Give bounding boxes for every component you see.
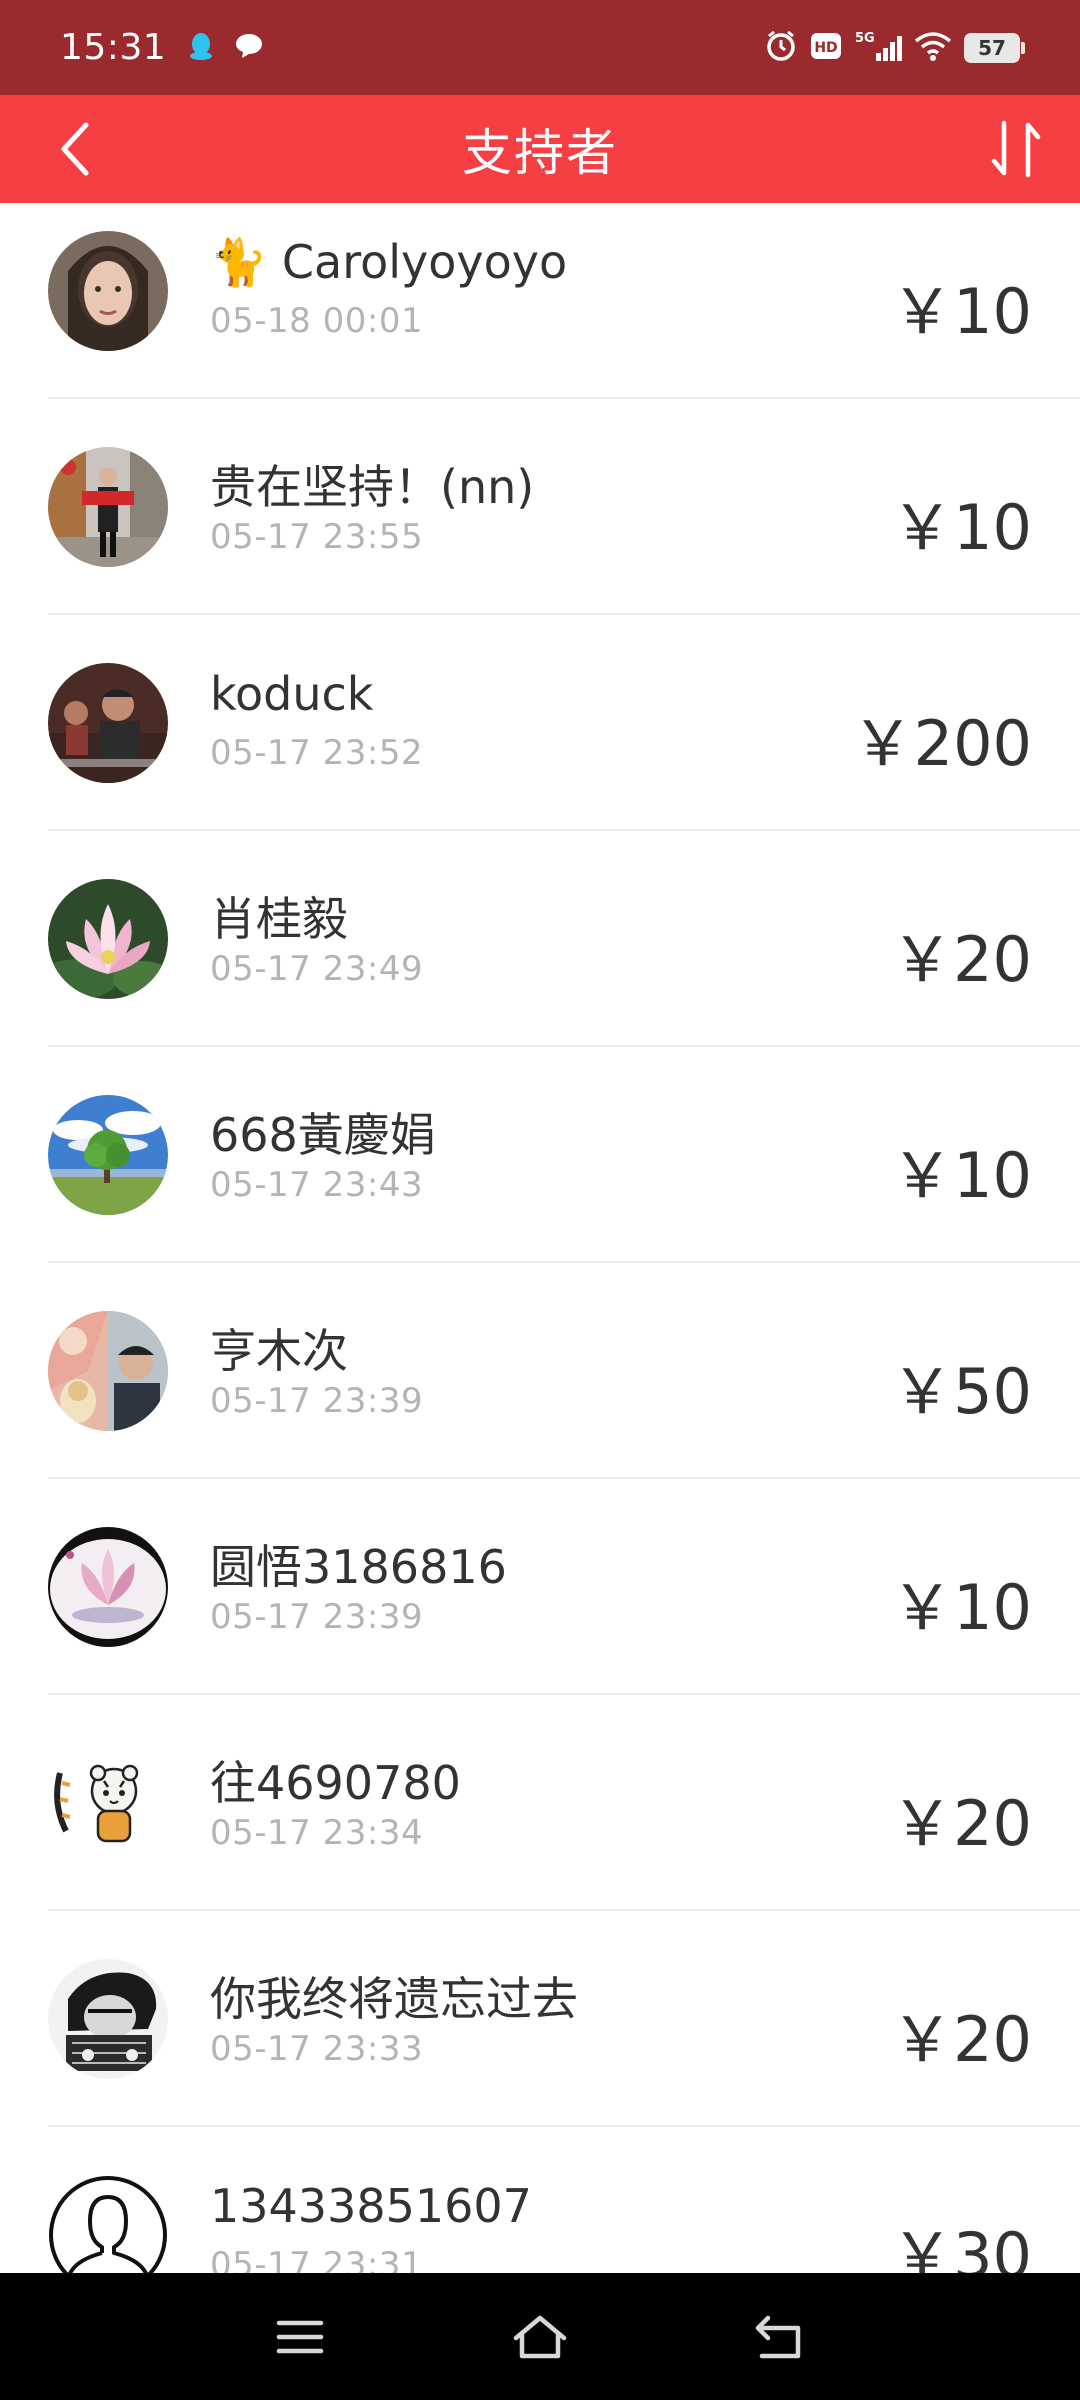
5g-signal-icon: 5G xyxy=(854,29,902,67)
hd-icon: HD xyxy=(810,31,842,65)
support-time: 05-17 23:33 xyxy=(210,2029,424,2069)
page-title: 支持者 xyxy=(462,124,618,182)
avatar xyxy=(48,1095,168,1215)
list-item[interactable]: 肖桂毅 05-17 23:49 ￥20 xyxy=(0,831,1080,1047)
status-bar: 15:31 HD 5G 57 xyxy=(0,0,1080,95)
list-item[interactable]: 贵在坚持！(nn) 05-17 23:55 ￥10 xyxy=(0,399,1080,615)
message-bubble-icon xyxy=(234,32,264,64)
support-time: 05-18 00:01 xyxy=(210,301,424,341)
supporter-name: 668黃慶娟 xyxy=(210,1108,436,1162)
app-header: 支持者 xyxy=(0,95,1080,203)
status-time: 15:31 xyxy=(60,27,167,68)
wifi-icon xyxy=(914,31,952,65)
avatar xyxy=(48,1743,168,1863)
status-system-icons: HD 5G 57 xyxy=(764,29,1025,67)
supporter-name: 13433851607 xyxy=(210,2179,532,2233)
system-nav-bar xyxy=(0,2273,1080,2400)
supporter-name: 🐈 Carolyoyoyo xyxy=(210,235,568,289)
support-amount: ￥20 xyxy=(891,2003,1032,2076)
avatar xyxy=(48,663,168,783)
alarm-icon xyxy=(764,29,798,67)
supporter-name: koduck xyxy=(210,667,374,721)
back-chevron-icon xyxy=(61,122,89,176)
svg-text:5G: 5G xyxy=(855,31,875,46)
support-amount: ￥20 xyxy=(891,923,1032,996)
avatar xyxy=(48,879,168,999)
support-amount: ￥10 xyxy=(891,275,1032,348)
list-item[interactable]: 你我终将遗忘过去 05-17 23:33 ￥20 xyxy=(0,1911,1080,2127)
avatar xyxy=(48,231,168,351)
support-amount: ￥10 xyxy=(891,491,1032,564)
sort-icon xyxy=(991,120,1041,178)
support-amount: ￥50 xyxy=(891,1355,1032,1428)
svg-text:HD: HD xyxy=(814,40,837,56)
back-nav-button[interactable] xyxy=(740,2297,820,2377)
support-time: 05-17 23:31 xyxy=(210,2245,424,2273)
support-amount: ￥10 xyxy=(891,1139,1032,1212)
menu-button[interactable] xyxy=(260,2297,340,2377)
support-amount: ￥10 xyxy=(891,1571,1032,1644)
back-icon xyxy=(755,2315,801,2358)
support-time: 05-17 23:55 xyxy=(210,517,424,557)
list-item[interactable]: 🐈 Carolyoyoyo 05-18 00:01 ￥10 xyxy=(0,203,1080,399)
home-button[interactable] xyxy=(500,2297,580,2377)
status-notification-icons xyxy=(188,31,264,65)
sort-button[interactable] xyxy=(980,113,1052,185)
list-item[interactable]: koduck 05-17 23:52 ￥200 xyxy=(0,615,1080,831)
supporter-name: 贵在坚持！(nn) xyxy=(210,460,535,514)
avatar xyxy=(48,1959,168,2079)
support-amount: ￥200 xyxy=(851,707,1032,780)
avatar xyxy=(48,2175,168,2273)
supporter-name: 圆悟3186816 xyxy=(210,1540,507,1594)
list-item[interactable]: 668黃慶娟 05-17 23:43 ￥10 xyxy=(0,1047,1080,1263)
support-time: 05-17 23:52 xyxy=(210,733,424,773)
menu-icon xyxy=(276,2320,324,2353)
list-item[interactable]: 亨木次 05-17 23:39 ￥50 xyxy=(0,1263,1080,1479)
home-icon xyxy=(513,2315,567,2358)
support-time: 05-17 23:43 xyxy=(210,1165,424,1205)
list-item[interactable]: 13433851607 05-17 23:31 ￥30 xyxy=(0,2127,1080,2273)
back-button[interactable] xyxy=(40,113,112,185)
list-item[interactable]: 圆悟3186816 05-17 23:39 ￥10 xyxy=(0,1479,1080,1695)
support-time: 05-17 23:39 xyxy=(210,1381,424,1421)
avatar xyxy=(48,447,168,567)
list-item[interactable]: 往4690780 05-17 23:34 ￥20 xyxy=(0,1695,1080,1911)
supporter-list[interactable]: 🐈 Carolyoyoyo 05-18 00:01 ￥10 贵在坚持！(nn) … xyxy=(0,203,1080,2273)
avatar xyxy=(48,1527,168,1647)
battery-icon: 57 xyxy=(964,32,1025,63)
support-amount: ￥30 xyxy=(891,2219,1032,2273)
supporter-name: 你我终将遗忘过去 xyxy=(210,1972,578,2026)
support-time: 05-17 23:49 xyxy=(210,949,424,989)
supporter-name: 亨木次 xyxy=(210,1324,348,1378)
supporter-name: 往4690780 xyxy=(210,1756,461,1810)
qq-icon xyxy=(188,31,214,65)
support-time: 05-17 23:39 xyxy=(210,1597,424,1637)
support-amount: ￥20 xyxy=(891,1787,1032,1860)
support-time: 05-17 23:34 xyxy=(210,1813,424,1853)
supporter-name: 肖桂毅 xyxy=(210,892,348,946)
avatar xyxy=(48,1311,168,1431)
